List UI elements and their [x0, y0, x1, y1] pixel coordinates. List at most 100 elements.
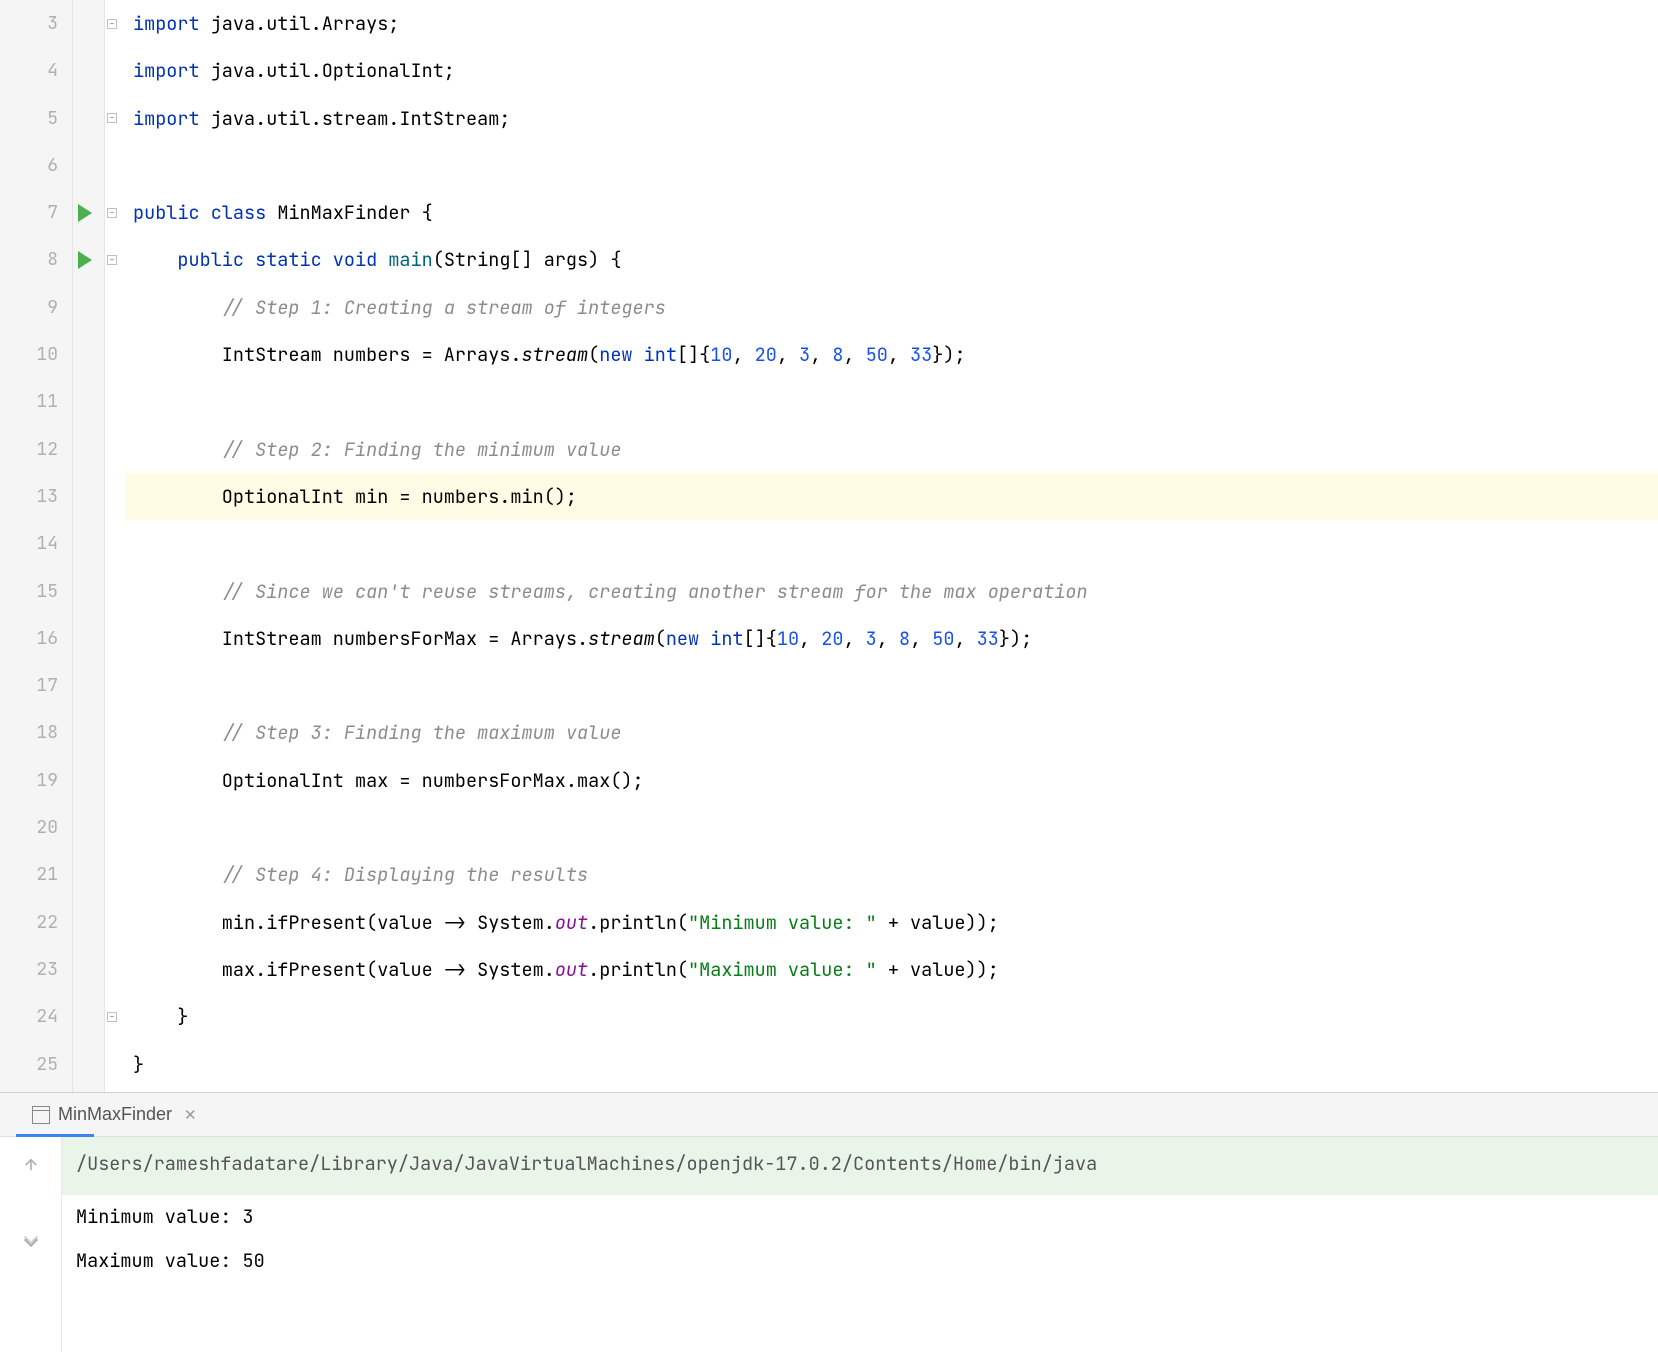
code-line[interactable] [133, 142, 1658, 189]
code-line[interactable] [133, 804, 1658, 851]
scroll-up-icon[interactable] [22, 1155, 40, 1180]
line-number: 8 [0, 236, 58, 283]
code-token: stream [522, 342, 589, 367]
code-token: OptionalInt max = numbersForMax.max(); [133, 768, 644, 793]
console-side-toolbar [0, 1137, 62, 1352]
run-gutter-slot [73, 473, 104, 520]
code-token: out [555, 957, 588, 982]
fold-gutter-slot: − [105, 993, 125, 1040]
code-token: }); [932, 342, 965, 367]
code-token: , [843, 626, 865, 651]
code-line[interactable]: IntStream numbers = Arrays.stream(new in… [133, 331, 1658, 378]
code-line[interactable]: // Step 3: Finding the maximum value [133, 709, 1658, 756]
code-token: ( [588, 342, 599, 367]
code-token: import [133, 106, 211, 131]
fold-up-icon[interactable]: − [107, 1012, 117, 1022]
run-gutter-slot [73, 378, 104, 425]
code-line[interactable] [133, 520, 1658, 567]
fold-gutter-slot: − [105, 0, 125, 47]
line-number: 13 [0, 473, 58, 520]
run-icon[interactable] [78, 251, 92, 269]
code-line[interactable] [133, 662, 1658, 709]
fold-gutter-slot [105, 851, 125, 898]
code-token: 20 [755, 342, 777, 367]
line-number: 19 [0, 757, 58, 804]
code-token: // Step 3: Finding the maximum value [222, 720, 622, 745]
code-line[interactable]: // Step 2: Finding the minimum value [133, 426, 1658, 473]
fold-gutter-slot [105, 757, 125, 804]
code-line[interactable] [133, 378, 1658, 425]
line-number: 22 [0, 899, 58, 946]
code-token: java.util.Arrays; [211, 11, 400, 36]
code-token: .println( [588, 910, 688, 935]
application-icon [32, 1106, 50, 1124]
code-line[interactable]: } [133, 1041, 1658, 1088]
run-gutter-slot [73, 662, 104, 709]
code-line[interactable]: IntStream numbersForMax = Arrays.stream(… [133, 615, 1658, 662]
run-gutter-slot [73, 95, 104, 142]
run-icon[interactable] [78, 204, 92, 222]
fold-down-icon[interactable]: − [107, 19, 117, 29]
line-number: 4 [0, 47, 58, 94]
close-icon[interactable]: ✕ [184, 1106, 197, 1124]
fold-gutter-slot [105, 378, 125, 425]
run-gutter-slot [73, 851, 104, 898]
line-number: 16 [0, 615, 58, 662]
code-token: }); [999, 626, 1032, 651]
code-token: 50 [866, 342, 888, 367]
fold-gutter-slot [105, 662, 125, 709]
fold-down-icon[interactable]: − [107, 113, 117, 123]
run-gutter-slot [73, 331, 104, 378]
code-token: java.util.stream.IntStream; [211, 106, 511, 131]
run-gutter-slot [73, 709, 104, 756]
code-line[interactable]: // Step 4: Displaying the results [133, 851, 1658, 898]
code-token: 10 [710, 342, 732, 367]
fold-down-icon[interactable]: − [107, 208, 117, 218]
code-line[interactable]: import java.util.stream.IntStream; [133, 95, 1658, 142]
console-tab-bar: MinMaxFinder ✕ [0, 1093, 1658, 1137]
code-token [133, 295, 222, 320]
code-line[interactable]: public class MinMaxFinder { [133, 189, 1658, 236]
code-line[interactable]: max.ifPresent(value -> System.out.printl… [133, 946, 1658, 993]
code-line[interactable]: OptionalInt max = numbersForMax.max(); [133, 757, 1658, 804]
code-token [133, 862, 222, 887]
run-gutter-slot [73, 946, 104, 993]
code-line[interactable]: public static void main(String[] args) { [133, 236, 1658, 283]
code-token: (String[] args) { [433, 247, 622, 272]
more-icon[interactable] [20, 1230, 42, 1255]
code-line[interactable]: } [133, 993, 1658, 1040]
fold-gutter-slot [105, 284, 125, 331]
code-line[interactable]: min.ifPresent(value -> System.out.printl… [133, 899, 1658, 946]
code-token: 33 [977, 626, 999, 651]
fold-gutter-slot: − [105, 189, 125, 236]
console-command-line: /Users/rameshfadatare/Library/Java/JavaV… [62, 1137, 1658, 1195]
code-line[interactable]: // Step 1: Creating a stream of integers [133, 284, 1658, 331]
run-gutter-slot [73, 757, 104, 804]
code-token: , [732, 342, 754, 367]
code-line[interactable]: // Since we can't reuse streams, creatin… [133, 568, 1658, 615]
line-number: 17 [0, 662, 58, 709]
fold-gutter-slot [105, 47, 125, 94]
fold-gutter: − − − − − [105, 0, 125, 1092]
code-token: + value)); [877, 910, 999, 935]
code-token: , [877, 626, 899, 651]
code-token: "Minimum value: " [688, 910, 877, 935]
code-token [133, 579, 222, 604]
run-gutter-slot [73, 568, 104, 615]
run-gutter-slot [73, 804, 104, 851]
code-token: 20 [821, 626, 843, 651]
fold-gutter-slot [105, 946, 125, 993]
run-gutter-slot [73, 520, 104, 567]
run-tab[interactable]: MinMaxFinder ✕ [24, 1098, 205, 1131]
console-output[interactable]: /Users/rameshfadatare/Library/Java/JavaV… [62, 1137, 1658, 1352]
code-token: java.util.OptionalInt; [211, 58, 455, 83]
console-output-line: Maximum value: 50 [76, 1239, 1644, 1283]
code-line[interactable]: import java.util.Arrays; [133, 0, 1658, 47]
code-token: ( [655, 626, 666, 651]
fold-down-icon[interactable]: − [107, 255, 117, 265]
code-editor[interactable]: import java.util.Arrays;import java.util… [125, 0, 1658, 1092]
code-line[interactable]: OptionalInt min = numbers.min(); [125, 473, 1658, 520]
code-line[interactable]: import java.util.OptionalInt; [133, 47, 1658, 94]
fold-gutter-slot [105, 709, 125, 756]
code-token: min.ifPresent(value -> System. [133, 910, 555, 935]
